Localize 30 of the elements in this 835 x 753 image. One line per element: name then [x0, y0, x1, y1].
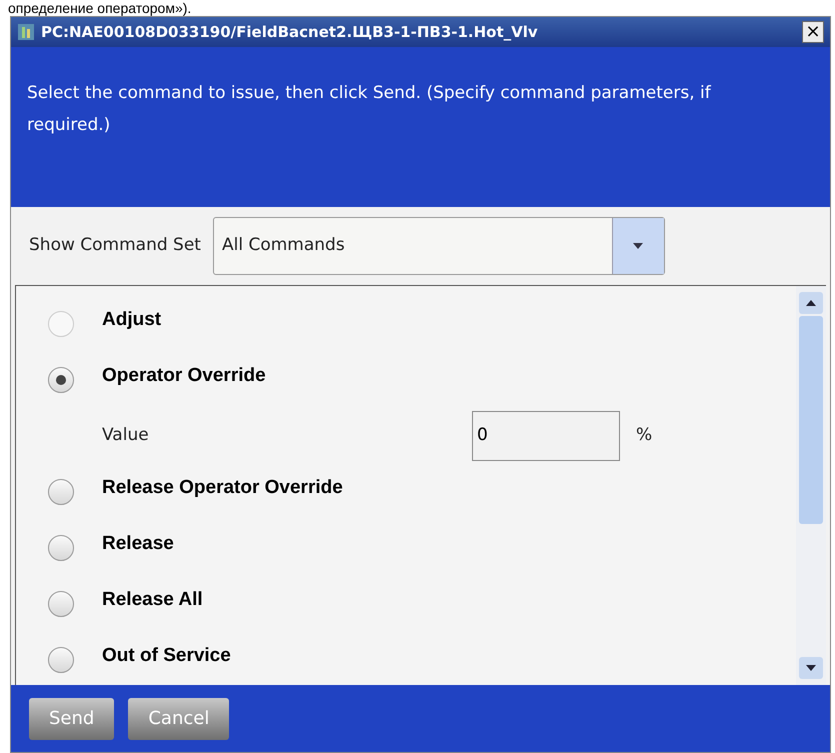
- scroll-down-button[interactable]: [799, 657, 823, 679]
- background-text: определение оператором»).: [8, 0, 192, 16]
- scroll-thumb[interactable]: [799, 316, 823, 524]
- close-button[interactable]: ×: [802, 21, 824, 43]
- command-set-dropdown[interactable]: All Commands: [212, 217, 665, 275]
- dropdown-value: All Commands: [220, 234, 346, 258]
- command-label: Operator Override: [102, 364, 266, 388]
- command-label: Release All: [102, 588, 203, 612]
- radio-button[interactable]: [48, 535, 74, 561]
- radio-button[interactable]: [48, 591, 74, 617]
- radio-button[interactable]: [48, 479, 74, 505]
- command-set-label: Show Command Set: [29, 234, 201, 258]
- radio-button[interactable]: [48, 647, 74, 673]
- value-field[interactable]: 0: [472, 411, 620, 461]
- app-icon: [17, 23, 35, 41]
- scrollbar[interactable]: [796, 286, 826, 685]
- down-arrow-icon: [806, 665, 816, 671]
- command-label: Release: [102, 532, 174, 556]
- unit-label: %: [636, 424, 652, 448]
- up-arrow-icon: [806, 300, 816, 306]
- command-label: Out of Service: [102, 644, 231, 668]
- scroll-up-button[interactable]: [799, 292, 823, 314]
- caret-icon: [633, 243, 644, 249]
- radio-button[interactable]: [48, 367, 74, 393]
- instructions-text: Select the command to issue, then click Send. (Specify command parameters, if required.): [27, 82, 712, 137]
- command-label: Adjust: [102, 308, 162, 332]
- command-label: Release Operator Override: [102, 476, 343, 500]
- parameter-label: Value: [102, 424, 150, 448]
- window-title: PC:NAE00108D033190/FieldBacnet2.ЩВ3-1-ПВ3-1.Hot_Vlv: [41, 22, 539, 43]
- dropdown-arrow-button[interactable]: [612, 218, 664, 274]
